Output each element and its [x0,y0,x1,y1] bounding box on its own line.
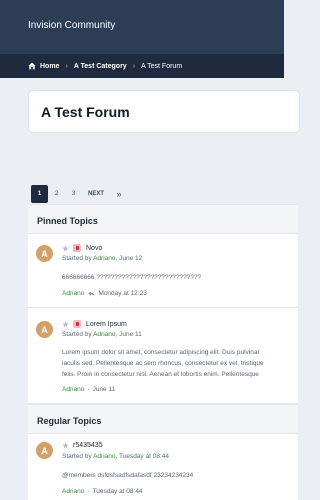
breadcrumb-home[interactable]: Home [40,63,59,70]
regular-topics-header: Regular Topics [28,404,298,434]
topic-snippet-line: Lorem ipsum dolor sit amet, consectetur … [62,349,260,356]
section-title: Regular Topics [37,416,102,426]
page-header-card: A Test Forum [29,91,299,132]
separator-dot: · [87,386,90,393]
section-title: Pinned Topics [37,216,98,226]
topic-meta: Started by Adriano, Tuesday at 08:44 [62,453,169,460]
topic-title[interactable]: Novo [86,245,102,252]
author-link[interactable]: Adriano [93,255,115,262]
page-2-button[interactable]: 2 [48,185,65,203]
avatar[interactable]: A [36,321,53,338]
breadcrumb-current: A Test Forum [141,62,183,70]
pin-icon [73,320,81,328]
last-post: Adriano · June 11 [62,386,115,393]
topic-row[interactable]: A Novo Started by Adriano, June 12 66666… [28,234,298,308]
avatar[interactable]: A [36,442,53,459]
topic-row[interactable]: A Lorem Ipsum Started by Adriano, June 1… [28,308,298,404]
star-icon[interactable] [62,320,69,328]
star-icon[interactable] [62,442,69,449]
star-icon[interactable] [62,244,69,252]
home-icon [28,62,36,70]
page-1-button[interactable]: 1 [31,185,48,203]
topic-meta: Started by Adriano, June 11 [62,331,142,338]
topic-snippet-line: felis. Proin in consectetur nisi. Aenean… [62,371,259,378]
topic-row[interactable]: A r5435435 Started by Adriano, Tuesday a… [28,434,298,500]
last-post-time: Monday at 12:23 [98,290,147,297]
author-link[interactable]: Adriano [93,331,115,338]
topic-snippet: @members dsfdsfsadfsdafasdf 23234234234 [62,472,194,479]
breadcrumb: Home › A Test Category › A Test Forum [0,54,284,78]
topic-meta: Started by Adriano, June 12 [62,255,143,262]
pinned-topics-header: Pinned Topics [28,204,298,234]
site-title[interactable]: Invision Community [28,20,115,31]
next-page-button[interactable]: NEXT [82,185,110,203]
chevron-right-icon: › [132,62,136,70]
separator-dot: · [87,488,90,495]
topic-title[interactable]: Lorem Ipsum [86,321,127,328]
reply-icon [88,291,96,296]
last-post-time: June 11 [92,386,116,393]
page-3-button[interactable]: 3 [65,185,82,203]
author-link[interactable]: Adriano [93,453,115,460]
topic-title[interactable]: r5435435 [73,442,103,449]
chevron-right-icon: › [65,62,68,70]
last-post-time: Tuesday at 08:44 [92,488,143,495]
site-header: Invision Community [0,0,284,54]
avatar[interactable]: A [36,245,53,262]
topic-list: Pinned Topics A Novo Started by Adriano,… [28,204,298,500]
last-post: Adriano · Tuesday at 08:44 [62,488,143,495]
page-title: A Test Forum [41,104,130,120]
last-post-author[interactable]: Adriano [62,290,84,297]
pin-icon [73,244,81,252]
topic-snippet-line: iaculis sed. Pellentesque ac sem rhoncus… [62,360,264,367]
breadcrumb-category[interactable]: A Test Category [74,63,127,70]
pagination: 1 2 3 NEXT » [31,185,128,203]
topic-snippet: 666666666 ????????????????????????????? [62,274,202,281]
last-post: Adriano Monday at 12:23 [62,290,147,297]
last-post-author[interactable]: Adriano [62,488,84,495]
last-post-author[interactable]: Adriano [62,386,84,393]
last-page-button[interactable]: » [110,185,128,203]
